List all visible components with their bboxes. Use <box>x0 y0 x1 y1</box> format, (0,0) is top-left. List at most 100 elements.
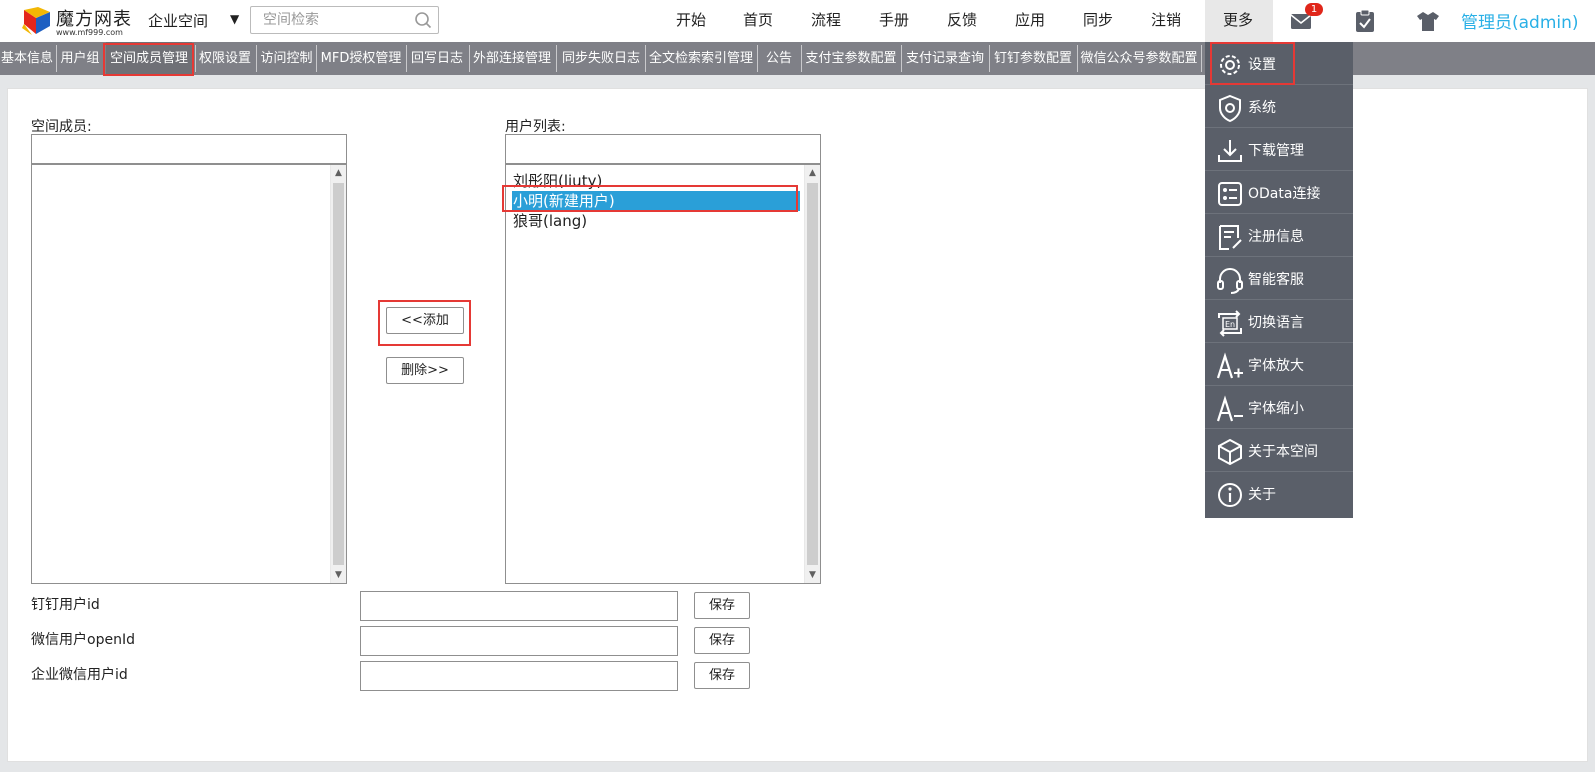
user-option[interactable]: 狼哥(lang) <box>512 211 587 231</box>
cube-icon <box>1218 438 1242 466</box>
tab-basic-info[interactable]: 基本信息 <box>0 42 54 75</box>
menu-item-label: 系统 <box>1248 100 1276 116</box>
wecom-id-input[interactable] <box>360 661 678 691</box>
menu-item-registration[interactable]: 注册信息 <box>1205 214 1353 257</box>
wechat-openid-label: 微信用户openId <box>31 632 135 648</box>
nav-more[interactable]: 更多 <box>1215 0 1261 42</box>
menu-item-label: OData连接 <box>1248 186 1321 202</box>
more-dropdown-menu: 设置 系统 下载管理 OData连接 注册信息 智能客服 En 切换语言 字体放… <box>1205 42 1353 518</box>
scroll-down-icon[interactable]: ▼ <box>331 567 346 583</box>
tab-divider <box>1201 45 1202 72</box>
top-header: 魔方网表 www.mf999.com 企业空间 ▼ 开始 首页 流程 手册 反馈… <box>0 0 1595 42</box>
gear-icon <box>1220 55 1240 75</box>
scroll-thumb[interactable] <box>333 183 344 565</box>
tab-access-control[interactable]: 访问控制 <box>258 42 315 75</box>
font-decrease-icon <box>1216 395 1243 422</box>
info-icon <box>1218 483 1242 507</box>
menu-item-about[interactable]: 关于 <box>1205 472 1353 515</box>
wechat-openid-input[interactable] <box>360 626 678 656</box>
menu-item-system[interactable]: 系统 <box>1205 85 1353 128</box>
tab-divider <box>56 45 57 72</box>
tab-permissions[interactable]: 权限设置 <box>196 42 254 75</box>
tab-user-groups[interactable]: 用户组 <box>58 42 102 75</box>
menu-item-font-increase[interactable]: 字体放大 <box>1205 343 1353 386</box>
menu-item-label: 关于 <box>1248 487 1276 503</box>
nav-start[interactable]: 开始 <box>668 0 714 42</box>
headset-icon <box>1217 268 1243 294</box>
save-wecom-button[interactable]: 保存 <box>694 662 750 689</box>
tab-divider <box>556 45 557 72</box>
svg-text:En: En <box>1225 320 1235 329</box>
members-listbox[interactable]: ▲ ▼ <box>31 164 347 584</box>
remove-member-button[interactable]: 删除>> <box>386 357 464 384</box>
tab-mfd-license[interactable]: MFD授权管理 <box>318 42 404 75</box>
current-user[interactable]: 管理员(admin) <box>1461 8 1579 33</box>
dingtalk-id-label: 钉钉用户id <box>31 597 100 613</box>
font-increase-icon <box>1216 352 1243 379</box>
scroll-down-icon[interactable]: ▼ <box>805 567 820 583</box>
users-listbox[interactable]: 刘彤阳(liuty) 小明(新建用户) 狼哥(lang) ▲ ▼ <box>505 164 821 584</box>
caret-down-icon[interactable]: ▼ <box>230 12 239 26</box>
tab-alipay-config[interactable]: 支付宝参数配置 <box>802 42 900 75</box>
nav-home[interactable]: 首页 <box>735 0 781 42</box>
save-wechat-button[interactable]: 保存 <box>694 627 750 654</box>
menu-item-about-space[interactable]: 关于本空间 <box>1205 429 1353 472</box>
dingtalk-id-input[interactable] <box>360 591 678 621</box>
tab-external-connections[interactable]: 外部连接管理 <box>470 42 554 75</box>
tab-wechat-config[interactable]: 微信公众号参数配置 <box>1078 42 1200 75</box>
nav-workflow[interactable]: 流程 <box>803 0 849 42</box>
users-filter-input[interactable] <box>505 134 821 164</box>
space-selector[interactable]: 企业空间 <box>148 10 208 31</box>
menu-item-label: 切换语言 <box>1248 315 1304 331</box>
shirt-icon[interactable] <box>1415 8 1441 34</box>
menu-item-customer-service[interactable]: 智能客服 <box>1205 257 1353 300</box>
menu-item-label: 关于本空间 <box>1248 444 1318 460</box>
tab-divider <box>256 45 257 72</box>
tab-space-members[interactable]: 空间成员管理 <box>106 42 192 75</box>
logo-url: www.mf999.com <box>56 28 123 37</box>
save-dingtalk-button[interactable]: 保存 <box>694 592 750 619</box>
tab-sync-failure-log[interactable]: 同步失败日志 <box>558 42 644 75</box>
menu-item-downloads[interactable]: 下载管理 <box>1205 128 1353 171</box>
nav-apps[interactable]: 应用 <box>1007 0 1053 42</box>
download-icon <box>1218 140 1242 162</box>
scroll-thumb[interactable] <box>807 183 818 565</box>
user-option-selected[interactable]: 小明(新建用户) <box>512 191 800 211</box>
nav-sync[interactable]: 同步 <box>1075 0 1121 42</box>
menu-item-language[interactable]: En 切换语言 <box>1205 300 1353 343</box>
menu-item-label: 下载管理 <box>1248 143 1304 159</box>
menu-item-label: 字体放大 <box>1248 358 1304 374</box>
settings-tabbar: 基本信息 用户组 空间成员管理 权限设置 访问控制 MFD授权管理 回写日志 外… <box>0 42 1595 75</box>
tab-payment-records[interactable]: 支付记录查询 <box>902 42 988 75</box>
tab-dingtalk-config[interactable]: 钉钉参数配置 <box>990 42 1076 75</box>
users-label: 用户列表: <box>505 119 566 135</box>
menu-item-odata[interactable]: OData连接 <box>1205 171 1353 214</box>
nav-manual[interactable]: 手册 <box>871 0 917 42</box>
tab-writeback-log[interactable]: 回写日志 <box>408 42 466 75</box>
tab-fulltext-index[interactable]: 全文检索索引管理 <box>646 42 756 75</box>
space-search <box>250 6 439 34</box>
menu-item-settings[interactable]: 设置 <box>1205 42 1353 85</box>
register-doc-icon <box>1219 225 1242 250</box>
members-filter-input[interactable] <box>31 134 347 164</box>
nav-feedback[interactable]: 反馈 <box>939 0 985 42</box>
nav-logout[interactable]: 注销 <box>1143 0 1189 42</box>
menu-item-label: 设置 <box>1248 57 1276 73</box>
tab-announcement[interactable]: 公告 <box>759 42 799 75</box>
scroll-up-icon[interactable]: ▲ <box>331 165 346 181</box>
clipboard-icon[interactable] <box>1352 8 1378 34</box>
scroll-up-icon[interactable]: ▲ <box>805 165 820 181</box>
tab-divider <box>757 45 758 72</box>
space-search-input[interactable] <box>251 7 411 33</box>
menu-item-label: 智能客服 <box>1248 272 1304 288</box>
wecom-id-label: 企业微信用户id <box>31 667 128 683</box>
tab-divider <box>316 45 317 72</box>
users-scrollbar[interactable]: ▲ ▼ <box>804 165 820 583</box>
members-scrollbar[interactable]: ▲ ▼ <box>330 165 346 583</box>
app-logo[interactable]: 魔方网表 www.mf999.com <box>20 4 131 38</box>
search-icon[interactable] <box>414 11 432 29</box>
user-option[interactable]: 刘彤阳(liuty) <box>512 171 602 191</box>
menu-item-font-decrease[interactable]: 字体缩小 <box>1205 386 1353 429</box>
add-member-button[interactable]: <<添加 <box>386 307 464 334</box>
odata-icon <box>1218 182 1242 206</box>
